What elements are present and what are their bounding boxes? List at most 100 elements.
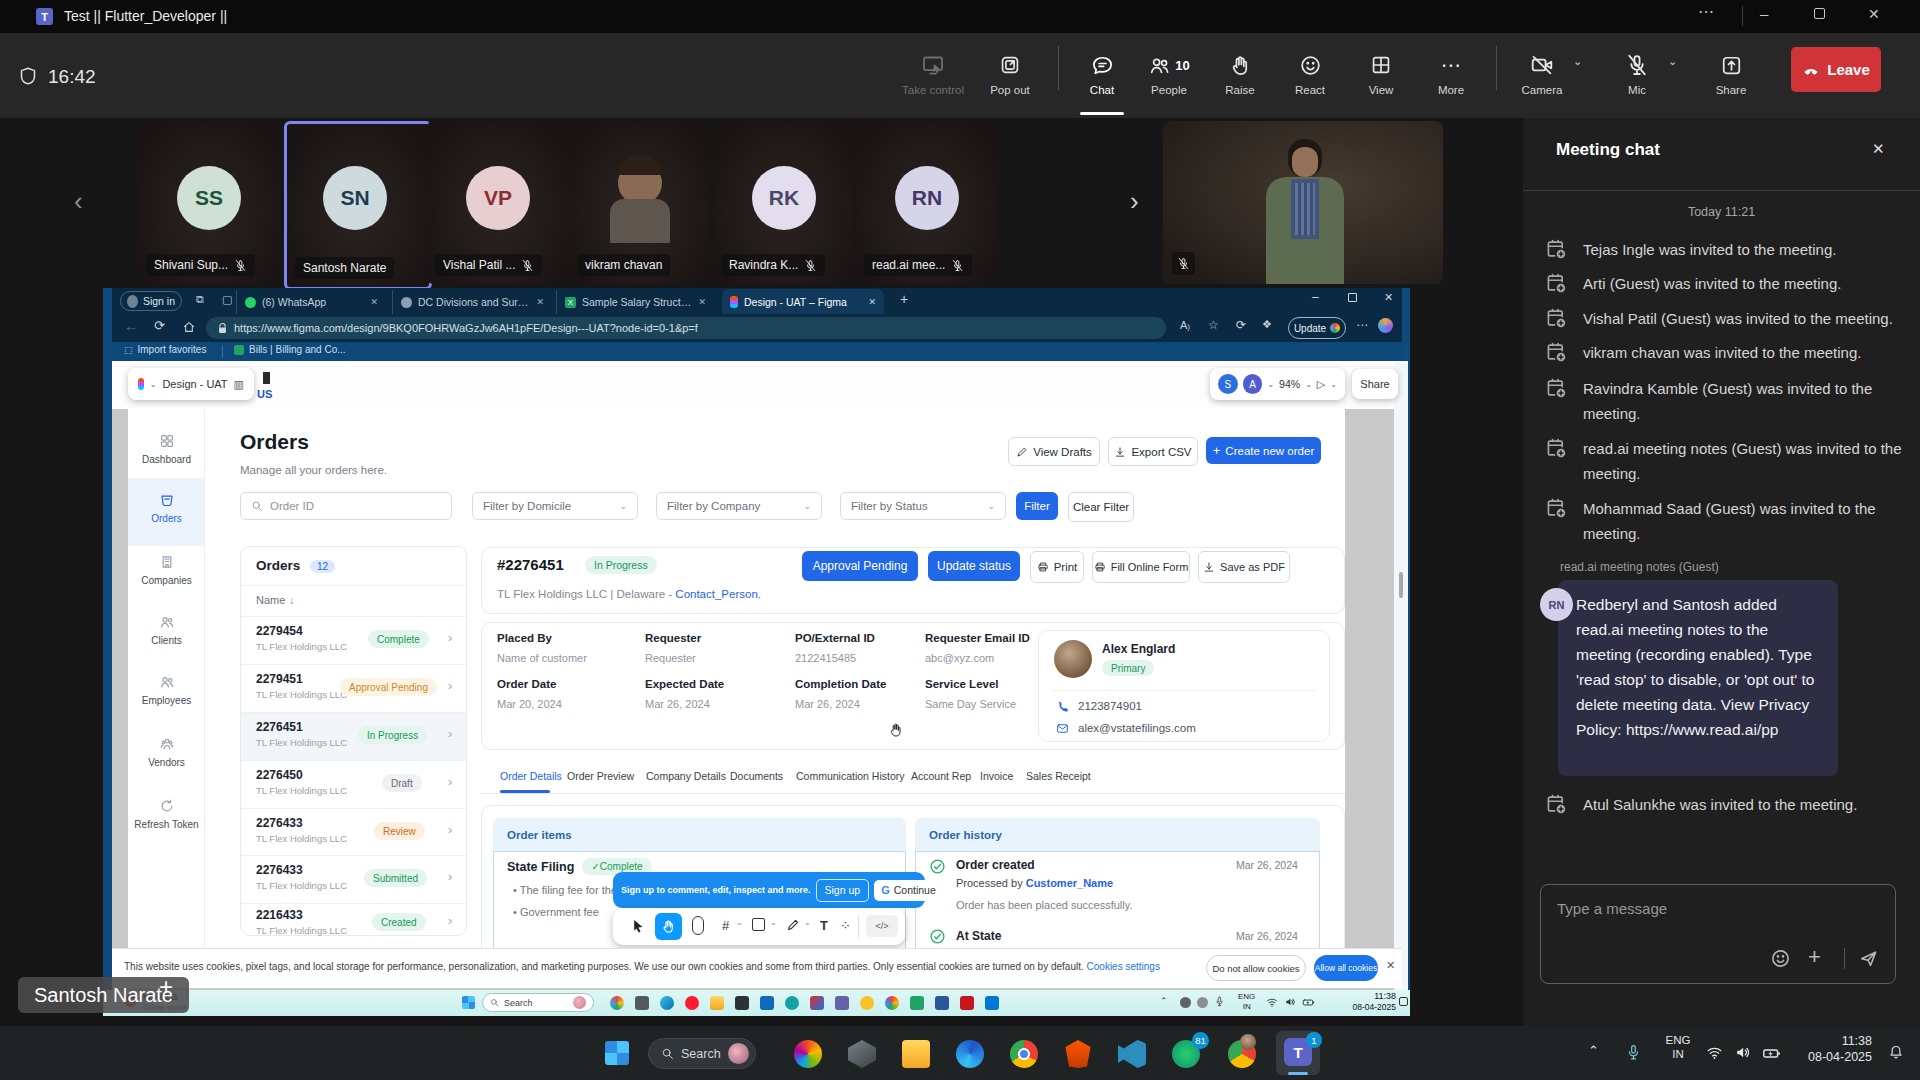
back-icon[interactable]: ← xyxy=(124,318,138,334)
tab-close-icon[interactable]: ✕ xyxy=(868,297,876,307)
frame-chevron-icon[interactable]: ⌄ xyxy=(736,918,743,927)
sidebar-item-dashboard[interactable]: Dashboard xyxy=(128,433,205,465)
bookmark-bills[interactable]: Bills | Billing and Co... xyxy=(234,344,346,355)
taskbar-icon[interactable] xyxy=(785,996,799,1010)
layout-icon[interactable]: ▥ xyxy=(234,378,244,391)
hand-tool-active[interactable] xyxy=(655,913,682,940)
video-tile-santosh[interactable]: SN Santosh Narate xyxy=(284,121,432,290)
tab-communication-history[interactable]: Communication History xyxy=(796,770,905,782)
leave-button[interactable]: Leave xyxy=(1791,47,1881,92)
tab-actions-icon[interactable]: ▢ xyxy=(222,293,232,306)
pen-chevron-icon[interactable]: ⌄ xyxy=(804,918,811,927)
taskbar-icon[interactable] xyxy=(935,996,949,1010)
shared-speaker-icon[interactable] xyxy=(1284,996,1296,1008)
contact-person-link[interactable]: Contact_Person. xyxy=(675,588,761,600)
share-button[interactable]: Share xyxy=(1696,52,1766,96)
take-control-button[interactable]: Take control xyxy=(898,52,968,96)
taskbar-icon[interactable] xyxy=(885,996,899,1010)
taskbar-explorer-icon[interactable] xyxy=(902,1040,930,1068)
tab-documents[interactable]: Documents xyxy=(730,770,783,782)
tray-clock[interactable]: 11:3808-04-2025 xyxy=(1790,1033,1872,1065)
chat-close-icon[interactable]: ✕ xyxy=(1872,140,1885,158)
close-button[interactable]: ✕ xyxy=(1868,6,1880,22)
taskbar-icon[interactable] xyxy=(710,996,724,1010)
raise-button[interactable]: Raise xyxy=(1205,52,1275,96)
titlebar-more-icon[interactable]: ⋯ xyxy=(1698,2,1715,21)
url-bar[interactable]: https://www.figma.com/design/9BKQ0FOHRWa… xyxy=(206,317,1166,339)
video-tile-vikram[interactable]: vikram chavan xyxy=(569,121,711,284)
video-tile-vishal[interactable]: VP Vishal Patil ... xyxy=(427,121,569,284)
taskbar-icon[interactable] xyxy=(685,996,699,1010)
figma-logo-icon[interactable] xyxy=(138,378,144,390)
emoji-icon[interactable] xyxy=(1770,948,1791,969)
taskbar-icon[interactable] xyxy=(635,996,649,1010)
mic-button[interactable]: Mic xyxy=(1602,52,1672,96)
deny-cookies-button[interactable]: Do not allow cookies xyxy=(1206,955,1306,981)
clear-filter-button[interactable]: Clear Filter xyxy=(1068,492,1134,522)
dev-mode-toggle[interactable]: </> xyxy=(866,915,898,937)
cookie-settings-link[interactable]: Cookies settings xyxy=(1087,961,1160,972)
spotlight-tile[interactable] xyxy=(1163,121,1443,284)
home-icon[interactable] xyxy=(182,320,196,334)
shared-wifi-icon[interactable] xyxy=(1266,996,1278,1008)
tray-language[interactable]: ENGIN xyxy=(1658,1033,1698,1061)
google-continue-button[interactable]: G Continue xyxy=(874,880,943,901)
play-chevron-icon[interactable]: ⌄ xyxy=(1330,380,1337,389)
attach-plus-icon[interactable]: + xyxy=(1808,944,1821,970)
tab-close-icon[interactable]: ✕ xyxy=(698,297,706,307)
sidebar-item-clients[interactable]: Clients xyxy=(128,614,205,646)
tray-icon[interactable] xyxy=(1197,997,1208,1008)
tray-mic-icon[interactable] xyxy=(1214,996,1225,1007)
read-aloud-icon[interactable]: A) xyxy=(1180,319,1190,331)
frame-tool-icon[interactable]: # xyxy=(722,918,729,933)
resources-tool-icon[interactable]: ⁘ xyxy=(840,918,851,933)
play-icon[interactable]: ▷ xyxy=(1317,378,1325,391)
tray-battery-icon[interactable] xyxy=(1762,1044,1781,1063)
approval-pending-button[interactable]: Approval Pending xyxy=(802,551,918,581)
video-tile-readai[interactable]: RN read.ai mee... xyxy=(856,121,998,284)
taskbar-icon[interactable] xyxy=(660,996,674,1010)
collab-chevron-icon[interactable]: ⌄ xyxy=(1267,380,1274,389)
taskbar-icon[interactable] xyxy=(860,996,874,1010)
sidebar-item-refresh-token[interactable]: Refresh Token xyxy=(128,798,205,830)
text-tool-icon[interactable]: T xyxy=(820,918,828,933)
tab-sales-receipt[interactable]: Sales Receipt xyxy=(1026,770,1091,782)
shared-tray-chevron[interactable]: ⌃ xyxy=(1160,996,1168,1006)
send-icon[interactable] xyxy=(1858,948,1879,969)
pen-tool-icon[interactable] xyxy=(786,918,800,932)
tab-company-details[interactable]: Company Details xyxy=(646,770,726,782)
tab-close-icon[interactable]: ✕ xyxy=(370,297,378,307)
people-button[interactable]: 10 People xyxy=(1134,52,1204,96)
collab-avatar-s[interactable]: S xyxy=(1218,374,1238,394)
tray-icon[interactable] xyxy=(1180,997,1191,1008)
zoom-level[interactable]: 94% xyxy=(1279,378,1300,390)
browser-profile-avatar[interactable] xyxy=(1378,318,1393,333)
taskbar-icon[interactable] xyxy=(610,996,624,1010)
more-button[interactable]: ⋯ More xyxy=(1416,52,1486,96)
extension-icon[interactable]: ❖ xyxy=(1262,318,1272,331)
minimize-button[interactable]: – xyxy=(1760,5,1768,22)
chat-button[interactable]: Chat xyxy=(1067,52,1137,96)
print-button[interactable]: Print xyxy=(1030,551,1084,583)
fill-online-form-button[interactable]: Fill Online Form xyxy=(1092,551,1190,583)
tab-account-rep[interactable]: Account Rep xyxy=(911,770,971,782)
workspaces-icon[interactable]: ⧉ xyxy=(196,293,204,306)
figma-scrollbar-track[interactable] xyxy=(1394,361,1408,990)
taskbar-icon[interactable] xyxy=(985,996,999,1010)
sidebar-item-vendors[interactable]: Vendors xyxy=(128,736,205,768)
rect-chevron-icon[interactable]: ⌄ xyxy=(770,918,777,927)
notification-bell-icon[interactable] xyxy=(1888,1044,1904,1060)
shared-battery-icon[interactable] xyxy=(1302,996,1315,1009)
taskbar-icon[interactable] xyxy=(760,996,774,1010)
tiles-prev-icon[interactable]: ‹ xyxy=(74,186,83,217)
message-input[interactable] xyxy=(1540,884,1896,984)
tray-mic-icon[interactable] xyxy=(1625,1044,1642,1061)
tab-figma-active[interactable]: Design - UAT – Figma ✕ xyxy=(722,289,884,314)
shared-lang[interactable]: ENGIN xyxy=(1238,992,1255,1012)
taskbar-icon[interactable] xyxy=(835,996,849,1010)
pop-out-button[interactable]: Pop out xyxy=(975,52,1045,96)
restore-button[interactable] xyxy=(1814,8,1825,19)
tab-whatsapp[interactable]: (6) WhatsApp ✕ xyxy=(236,290,386,314)
view-drafts-button[interactable]: View Drafts xyxy=(1008,437,1100,466)
tiles-next-icon[interactable]: › xyxy=(1130,186,1139,217)
